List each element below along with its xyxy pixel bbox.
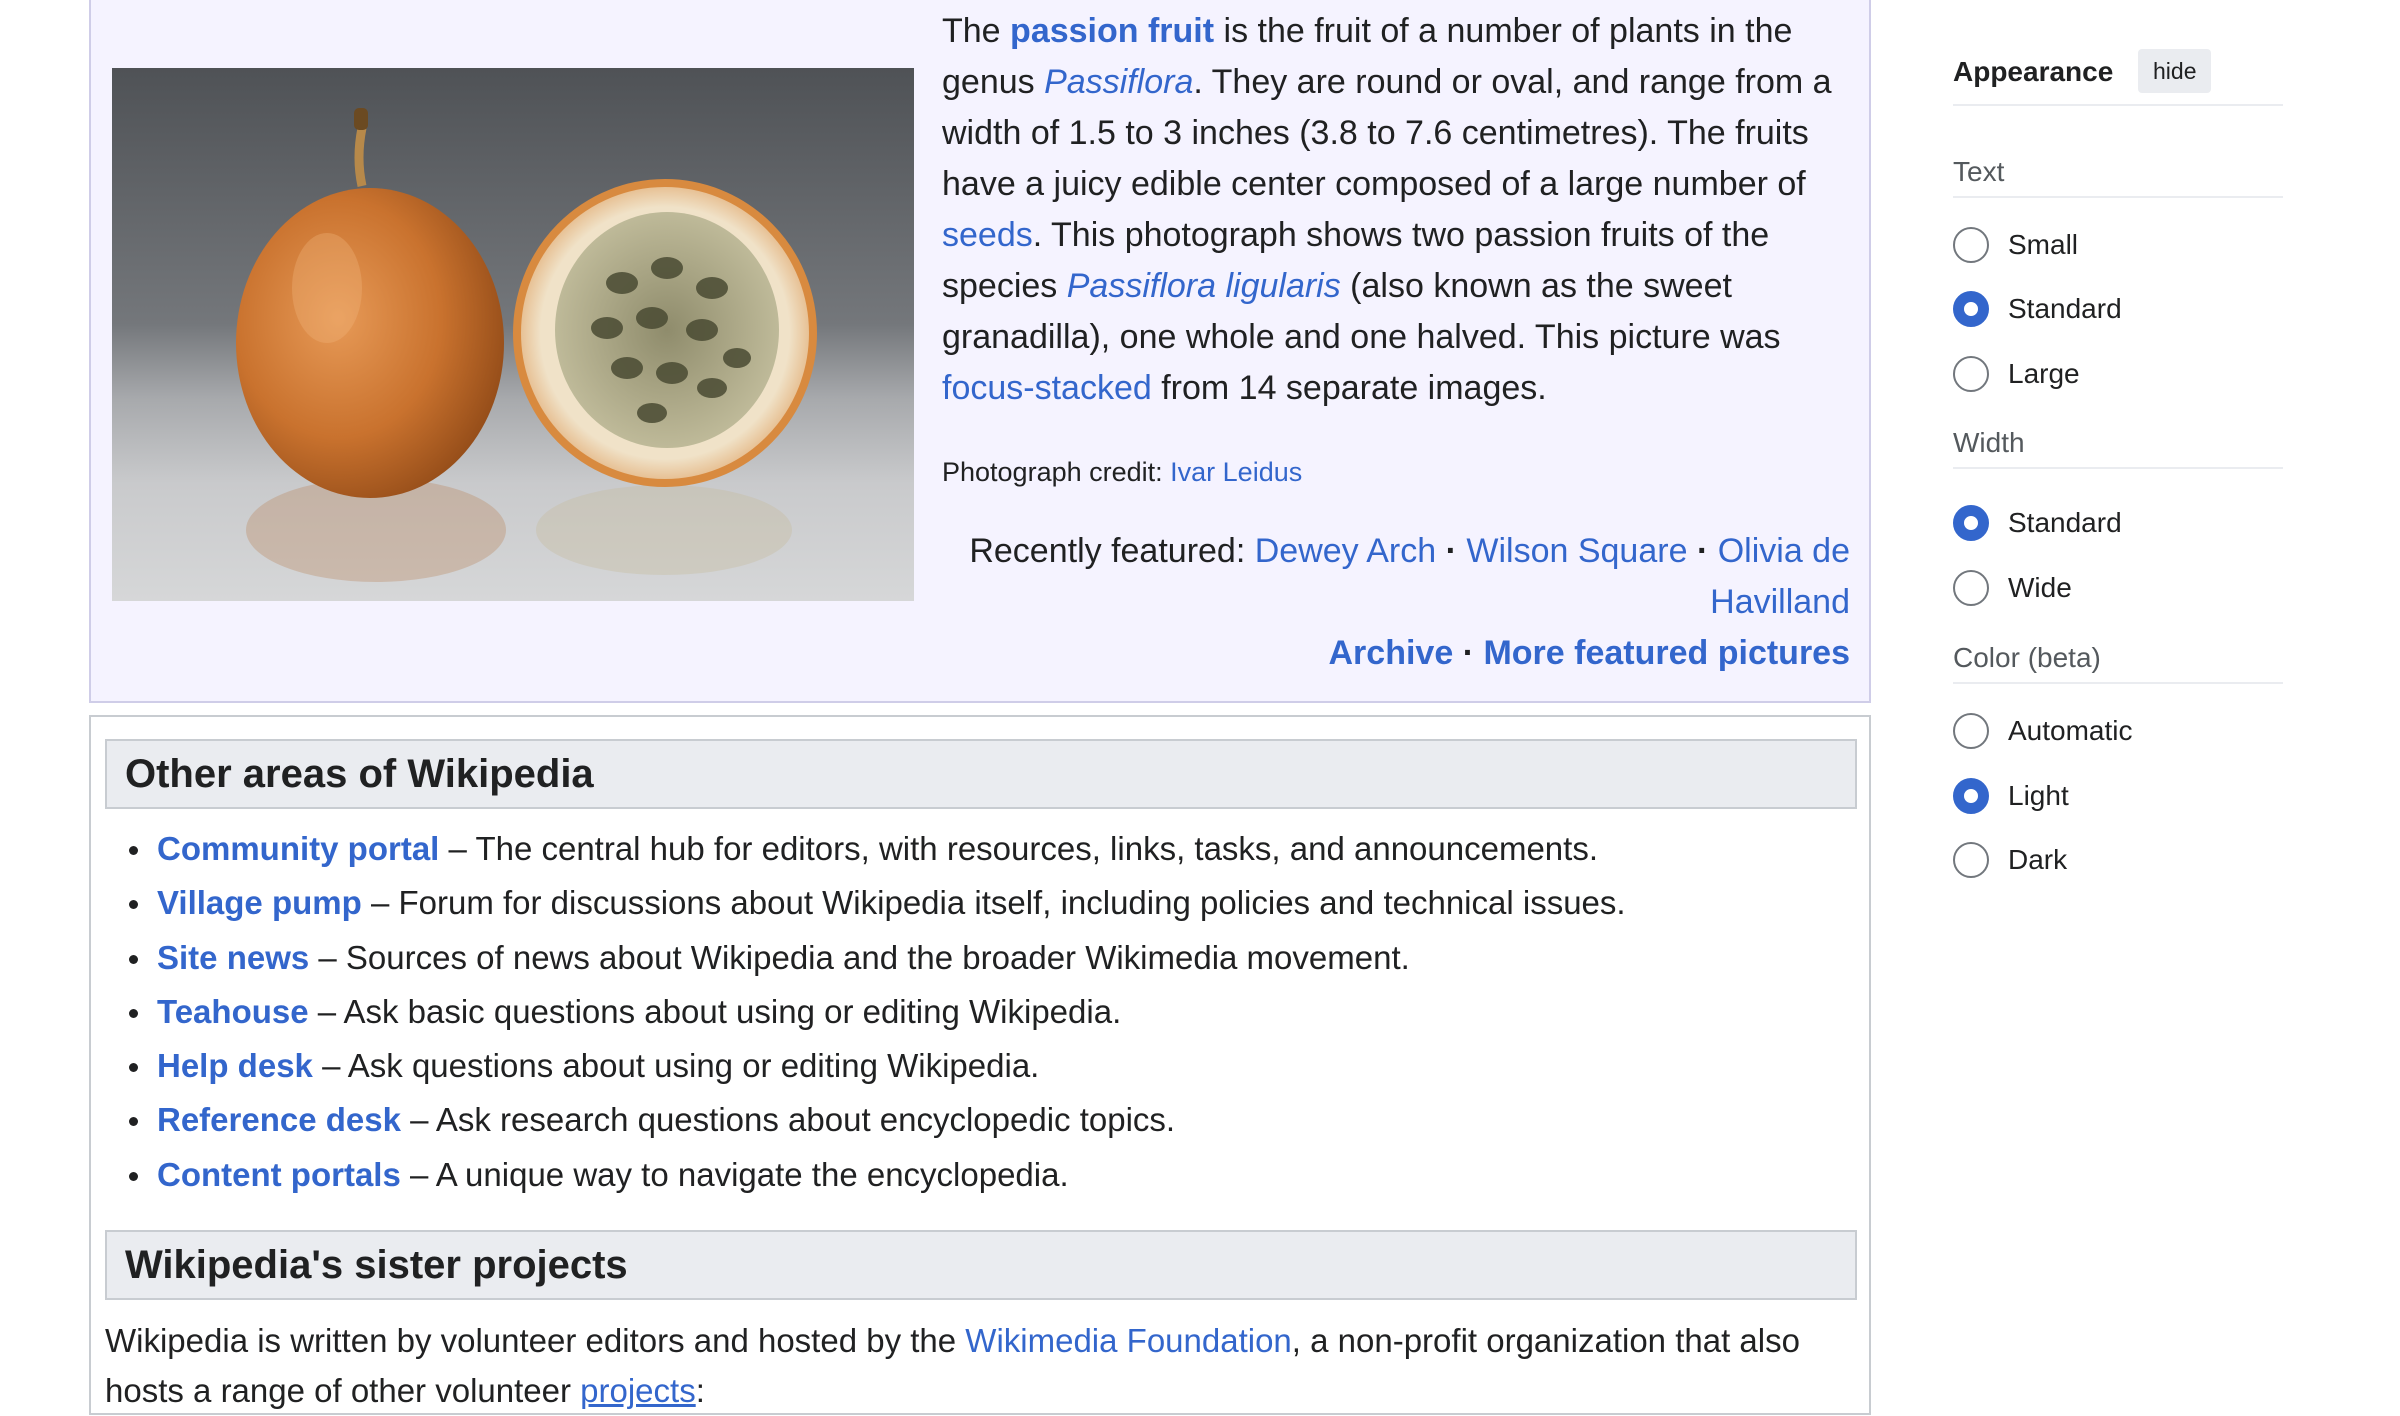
passion-fruit-image[interactable]: [112, 68, 914, 601]
list-item: Community portal – The central hub for e…: [105, 822, 1626, 876]
village-pump-link[interactable]: Village pump: [157, 884, 362, 921]
list-item-description: – Ask questions about using or editing W…: [312, 1047, 1040, 1085]
description-text: Wikipedia is written by volunteer editor…: [105, 1322, 966, 1359]
radio-checked-icon[interactable]: [1953, 778, 1989, 814]
recent-item-link[interactable]: Dewey Arch: [1255, 532, 1436, 570]
other-areas-heading: Other areas of Wikipedia: [105, 739, 1857, 809]
option-label: Dark: [2008, 844, 2068, 875]
recent-item-link[interactable]: Wilson Square: [1466, 532, 1687, 570]
list-item: Help desk – Ask questions about using or…: [105, 1039, 1626, 1093]
list-item-description: – Ask research questions about encyclope…: [400, 1101, 1176, 1139]
separator: ·: [1462, 634, 1475, 672]
photo-credit: Photograph credit: Ivar Leidus: [942, 452, 1302, 492]
recent-item-link[interactable]: Olivia de Havilland: [1710, 532, 1850, 621]
width-group-title: Width: [1953, 419, 2283, 469]
help-desk-link[interactable]: Help desk: [157, 1047, 313, 1084]
projects-link[interactable]: projects: [580, 1372, 696, 1409]
passion-fruit-photo-icon: [236, 108, 817, 582]
species-link[interactable]: Passiflora ligularis: [1067, 267, 1341, 305]
description-text: from 14 separate images.: [1151, 369, 1547, 407]
list-item-description: – Sources of news about Wikipedia and th…: [309, 938, 1410, 976]
sister-projects-description: Wikipedia is written by volunteer editor…: [105, 1316, 1865, 1416]
radio-checked-icon[interactable]: [1953, 505, 1989, 541]
radio-unchecked-icon[interactable]: [1953, 842, 1989, 878]
text-size-option-large[interactable]: Large: [1953, 352, 2080, 396]
color-option-dark[interactable]: Dark: [1953, 838, 2067, 882]
width-option-standard[interactable]: Standard: [1953, 501, 2122, 545]
passion-fruit-link[interactable]: passion fruit: [1010, 12, 1214, 50]
option-label: Small: [2008, 229, 2079, 260]
list-item: Reference desk – Ask research questions …: [105, 1093, 1626, 1147]
list-item: Site news – Sources of news about Wikipe…: [105, 931, 1626, 985]
option-label: Standard: [2008, 507, 2122, 538]
option-label: Light: [2008, 780, 2069, 811]
list-item-description: – Forum for discussions about Wikipedia …: [361, 884, 1626, 922]
color-option-light[interactable]: Light: [1953, 774, 2069, 818]
appearance-panel: Appearance hide Text Small Standard Larg…: [1953, 44, 2283, 878]
text-size-group-title: Text: [1953, 148, 2283, 198]
content-portals-link[interactable]: Content portals: [157, 1156, 401, 1193]
list-item-description: – A unique way to navigate the encyclope…: [400, 1155, 1069, 1193]
list-item-description: – The central hub for editors, with reso…: [439, 830, 1599, 867]
focus-stacked-link[interactable]: focus-stacked: [942, 369, 1152, 407]
list-item: Village pump – Forum for discussions abo…: [105, 876, 1626, 930]
site-news-link[interactable]: Site news: [157, 939, 309, 976]
radio-unchecked-icon[interactable]: [1953, 570, 1989, 606]
radio-unchecked-icon[interactable]: [1953, 227, 1989, 263]
credit-link[interactable]: Ivar Leidus: [1170, 457, 1302, 487]
radio-unchecked-icon[interactable]: [1953, 356, 1989, 392]
text-size-option-standard[interactable]: Standard: [1953, 287, 2122, 331]
separator: ·: [1696, 532, 1709, 570]
text-size-option-small[interactable]: Small: [1953, 223, 2078, 267]
width-option-wide[interactable]: Wide: [1953, 566, 2072, 610]
wikimedia-foundation-link[interactable]: Wikimedia Foundation: [965, 1322, 1292, 1359]
other-areas-list: Community portal – The central hub for e…: [105, 822, 1626, 1202]
archive-link[interactable]: Archive: [1329, 634, 1454, 672]
community-portal-link[interactable]: Community portal: [157, 830, 439, 867]
radio-checked-icon[interactable]: [1953, 291, 1989, 327]
list-item-description: – Ask basic questions about using or edi…: [308, 992, 1122, 1030]
credit-label: Photograph credit:: [942, 457, 1171, 487]
sister-projects-heading: Wikipedia's sister projects: [105, 1230, 1857, 1300]
option-label: Standard: [2008, 293, 2122, 324]
list-item: Teahouse – Ask basic questions about usi…: [105, 985, 1626, 1039]
featured-archive-links: Archive · More featured pictures: [942, 628, 1851, 679]
color-group-title: Color (beta): [1953, 634, 2283, 684]
color-option-automatic[interactable]: Automatic: [1953, 709, 2133, 753]
more-featured-pictures-link[interactable]: More featured pictures: [1483, 634, 1850, 672]
recently-featured: Recently featured: Dewey Arch · Wilson S…: [942, 526, 1850, 628]
featured-description: The passion fruit is the fruit of a numb…: [942, 6, 1872, 414]
appearance-header: Appearance hide: [1953, 44, 2283, 106]
seeds-link[interactable]: seeds: [942, 216, 1033, 254]
appearance-title: Appearance: [1953, 56, 2114, 87]
list-item: Content portals – A unique way to naviga…: [105, 1148, 1626, 1202]
hide-button[interactable]: hide: [2138, 49, 2212, 93]
passiflora-link[interactable]: Passiflora: [1044, 63, 1193, 101]
radio-unchecked-icon[interactable]: [1953, 713, 1989, 749]
teahouse-link[interactable]: Teahouse: [157, 993, 309, 1030]
description-text: The: [942, 12, 1011, 50]
separator: ·: [1445, 532, 1457, 570]
description-text: :: [695, 1372, 705, 1409]
option-label: Wide: [2008, 572, 2072, 603]
reference-desk-link[interactable]: Reference desk: [157, 1101, 401, 1138]
option-label: Large: [2008, 358, 2080, 389]
option-label: Automatic: [2008, 715, 2133, 746]
recently-featured-label: Recently featured:: [969, 532, 1255, 570]
